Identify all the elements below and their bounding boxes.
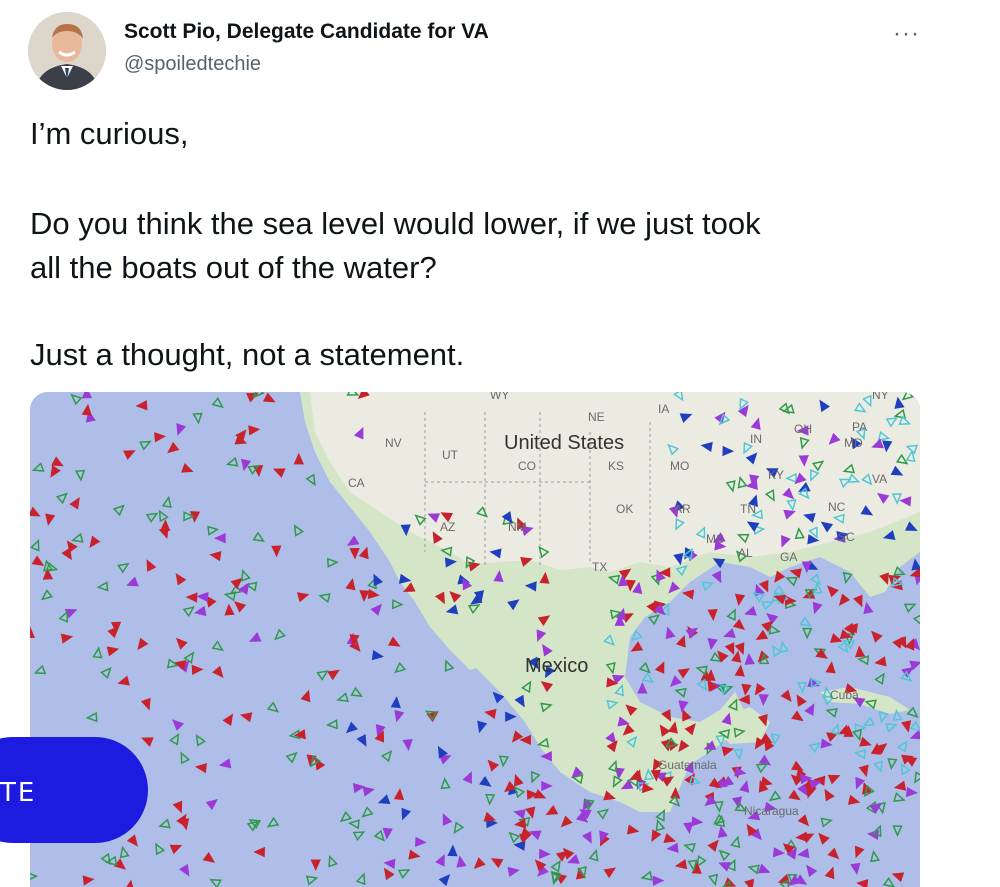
label-ms: MS — [706, 532, 724, 546]
label-in: IN — [750, 432, 762, 446]
label-ia: IA — [658, 402, 670, 416]
label-ut: UT — [442, 448, 458, 462]
tweet-text-line-1: I’m curious, — [30, 116, 189, 151]
label-ok: OK — [616, 502, 634, 516]
tweet-text-line-3: all the boats out of the water? — [30, 250, 437, 285]
label-va: VA — [872, 472, 888, 486]
avatar[interactable] — [28, 12, 106, 90]
label-ne: NE — [588, 410, 605, 424]
label-guatemala: Guatemala — [658, 758, 717, 772]
label-ky: KY — [768, 468, 785, 482]
author-name[interactable]: Scott Pio, Delegate Candidate for VA — [124, 20, 489, 44]
tweet-text-line-4: Just a thought, not a statement. — [30, 337, 465, 372]
label-ga: GA — [780, 550, 798, 564]
label-al: AL — [738, 546, 753, 560]
label-ar: AR — [674, 502, 691, 516]
label-tn: TN — [740, 502, 756, 516]
avatar-image — [28, 12, 106, 90]
author-handle[interactable]: @spoiledtechie — [124, 53, 261, 76]
tweet-card: Scott Pio, Delegate Candidate for VA @sp… — [0, 0, 1000, 887]
ship-traffic-map[interactable]: NV UT CA AZ NM CO NE IA KS MO OK AR TN M… — [30, 392, 920, 887]
label-nicaragua: Nicaragua — [744, 804, 799, 818]
label-co: CO — [518, 459, 536, 473]
label-md: MD — [844, 436, 863, 450]
label-nv: NV — [385, 436, 402, 450]
label-nc: NC — [828, 500, 846, 514]
label-mo: MO — [670, 459, 690, 473]
label-nm: NM — [508, 520, 527, 534]
label-sc: SC — [838, 530, 855, 544]
label-ks: KS — [608, 459, 625, 473]
overlay-cta-label[interactable]: TE — [0, 778, 36, 808]
label-mexico: Mexico — [525, 655, 589, 677]
more-horizontal-icon[interactable]: ··· — [893, 20, 920, 48]
label-united-states: United States — [504, 432, 625, 454]
label-cuba: Cuba — [830, 688, 859, 702]
label-wy: WY — [490, 392, 510, 402]
tweet-text-line-2: Do you think the sea level would lower, … — [30, 206, 761, 241]
label-oh: OH — [794, 422, 812, 436]
label-ny: NY — [872, 392, 889, 402]
label-ca: CA — [348, 476, 365, 490]
label-az: AZ — [440, 520, 456, 534]
label-tx: TX — [592, 560, 608, 574]
label-pa: PA — [852, 420, 868, 434]
